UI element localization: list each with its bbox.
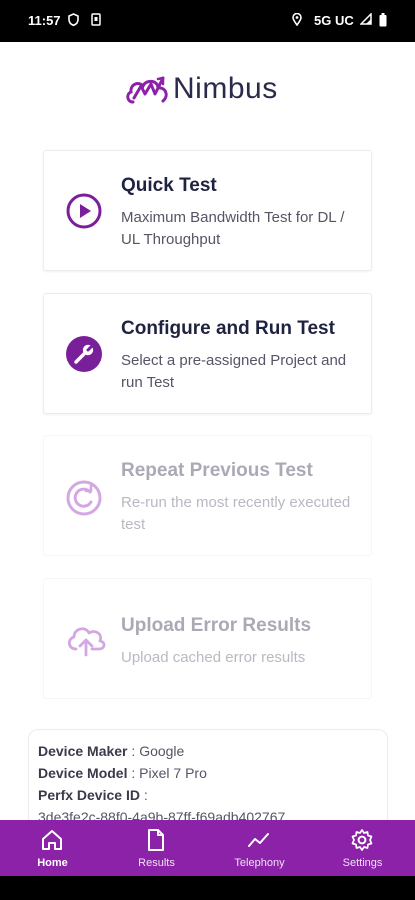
device-maker-value: Google: [139, 743, 185, 759]
cloud-upload-icon: [64, 619, 106, 659]
location-icon: [292, 12, 302, 29]
device-model-row: Device Model : Pixel 7 Pro: [38, 765, 207, 781]
nimbus-logo: Nimbus: [125, 72, 295, 108]
signal-icon: [359, 12, 372, 28]
card-title: Configure and Run Test: [121, 318, 335, 339]
quick-test-card[interactable]: Quick Test Maximum Bandwidth Test for DL…: [43, 150, 372, 271]
gear-icon: [351, 829, 373, 851]
network-type: 5G UC: [314, 13, 354, 28]
sim-icon: [91, 13, 101, 29]
nav-home[interactable]: Home: [1, 820, 104, 876]
card-description: Re-run the most recently executed test: [121, 494, 351, 533]
device-maker-label: Device Maker: [38, 743, 128, 759]
shield-icon: [68, 13, 79, 29]
status-bar: 11:57 5G UC: [0, 0, 415, 42]
device-model-value: Pixel 7 Pro: [139, 765, 207, 781]
device-id-label: Perfx Device ID: [38, 787, 140, 803]
configure-run-test-card[interactable]: Configure and Run Test Select a pre-assi…: [43, 293, 372, 414]
nav-label: Home: [37, 857, 68, 869]
device-model-label: Device Model: [38, 765, 128, 781]
nimbus-logo-icon: [126, 76, 168, 104]
card-description: Upload cached error results: [121, 649, 306, 666]
battery-icon: [379, 13, 387, 30]
system-gesture-bar: [0, 876, 415, 900]
card-title: Repeat Previous Test: [121, 460, 313, 481]
repeat-previous-test-card[interactable]: Repeat Previous Test Re-run the most rec…: [43, 435, 372, 556]
trend-line-icon: [248, 833, 269, 847]
nav-label: Telephony: [234, 857, 285, 869]
device-maker-row: Device Maker : Google: [38, 743, 185, 759]
nav-results[interactable]: Results: [105, 820, 208, 876]
wrench-icon: [64, 334, 104, 374]
upload-error-results-card[interactable]: Upload Error Results Upload cached error…: [43, 578, 372, 699]
device-id-row: Perfx Device ID :: [38, 787, 148, 803]
play-circle-icon: [64, 191, 104, 231]
nav-telephony[interactable]: Telephony: [208, 820, 311, 876]
card-title: Upload Error Results: [121, 615, 312, 636]
nav-settings[interactable]: Settings: [311, 820, 414, 876]
card-description: Select a pre-assigned Project and run Te…: [121, 352, 347, 391]
card-title: Quick Test: [121, 175, 217, 196]
brand-name: Nimbus: [173, 72, 278, 105]
nav-label: Settings: [342, 857, 383, 869]
status-time: 11:57: [28, 13, 61, 28]
home-icon: [42, 830, 62, 850]
card-description: Maximum Bandwidth Test for DL / UL Throu…: [121, 209, 345, 248]
bottom-navigation: Home Results Telephony Settings: [0, 820, 415, 876]
nav-label: Results: [138, 857, 175, 869]
repeat-icon: [64, 478, 104, 518]
device-info-panel: Device Maker : Google Device Model : Pix…: [28, 729, 388, 829]
document-icon: [148, 829, 164, 851]
